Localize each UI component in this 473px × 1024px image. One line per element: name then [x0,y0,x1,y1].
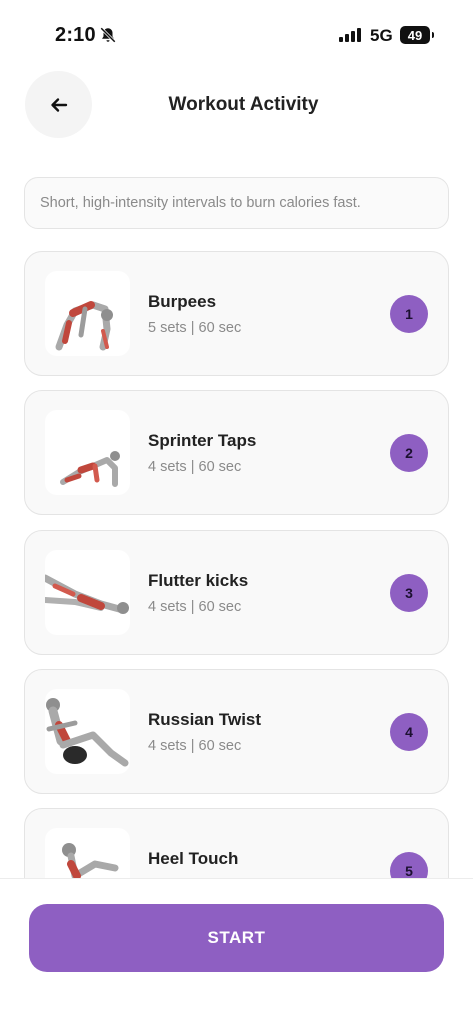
exercise-number-badge: 4 [390,713,428,751]
workout-activity-screen: 2:10 5G 49 Workout Activity Short, high-… [0,0,473,1024]
exercise-image-russian-twist [45,689,130,774]
exercise-name: Burpees [148,292,217,311]
exercise-card-flutter-kicks[interactable]: Flutter kicks 4 sets | 60 sec 3 [24,530,449,655]
description-box: Short, high-intensity intervals to burn … [24,177,449,229]
exercise-card-burpees[interactable]: Burpees 5 sets | 60 sec 1 [24,251,449,376]
exercise-name: Sprinter Taps [148,431,257,450]
exercise-number: 3 [405,585,413,601]
exercise-number: 4 [405,724,413,740]
exercise-image-burpees [45,271,130,356]
start-button[interactable]: START [29,904,444,972]
exercise-list[interactable]: Workout Activity Short, high-intensity i… [0,0,473,878]
exercise-meta: 4 sets | 60 sec [148,738,242,754]
bottom-action-bar: START [0,878,473,1024]
exercise-number: 5 [405,863,413,878]
page-title: Workout Activity [168,94,319,115]
exercise-number: 2 [405,445,413,461]
exercise-name: Russian Twist [148,710,262,729]
exercise-card-sprinter-taps[interactable]: Sprinter Taps 4 sets | 60 sec 2 [24,390,449,515]
exercise-name: Flutter kicks [148,571,249,590]
exercise-number: 1 [405,306,413,322]
exercise-meta: 4 sets | 60 sec [148,459,242,475]
exercise-number-badge: 2 [390,434,428,472]
exercise-number-badge: 3 [390,574,428,612]
exercise-card-heel-touch[interactable]: Heel Touch 5 [24,808,449,878]
exercise-meta: 5 sets | 60 sec [148,320,242,336]
description-text: Short, high-intensity intervals to burn … [40,195,361,211]
exercise-card-russian-twist[interactable]: Russian Twist 4 sets | 60 sec 4 [24,669,449,794]
exercise-number-badge: 5 [390,852,428,878]
exercise-name: Heel Touch [148,849,239,868]
exercise-image-sprinter-taps [45,410,130,495]
exercise-image-flutter-kicks [45,550,130,635]
start-button-label: START [207,928,266,947]
exercise-image-heel-touch [45,828,130,878]
exercise-meta: 4 sets | 60 sec [148,599,242,615]
exercise-number-badge: 1 [390,295,428,333]
